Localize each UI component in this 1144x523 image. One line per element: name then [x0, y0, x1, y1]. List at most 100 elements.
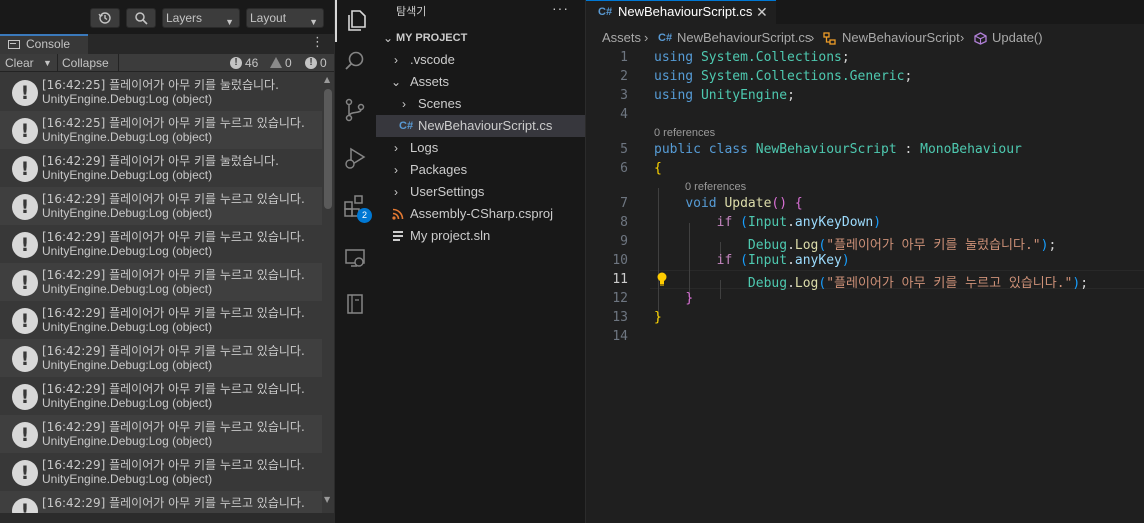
- collapse-button[interactable]: Collapse: [62, 55, 109, 71]
- explorer-activity-button[interactable]: [335, 0, 377, 42]
- tree-item-newbehaviourscript[interactable]: C# NewBehaviourScript.cs: [376, 115, 585, 137]
- codelens-references[interactable]: 0 references: [685, 181, 746, 193]
- line-number: 3: [620, 88, 628, 103]
- log-message: [16:42:29] 플레이어가 아무 키를 누르고 있습니다.: [42, 458, 305, 472]
- breadcrumb-file[interactable]: NewBehaviourScript.cs: [677, 28, 811, 48]
- log-source: UnityEngine.Debug:Log (object): [42, 320, 213, 334]
- info-icon: !: [230, 57, 242, 69]
- codelens-references[interactable]: 0 references: [654, 127, 715, 139]
- tree-item-packages[interactable]: › Packages: [376, 159, 585, 181]
- editor-tab-bar: C# NewBehaviourScript.cs ✕: [586, 0, 1144, 24]
- tab-console-label: Console: [26, 37, 71, 51]
- remote-explorer-activity-button[interactable]: [335, 238, 377, 280]
- tree-item-vscode[interactable]: › .vscode: [376, 49, 585, 71]
- log-entry[interactable]: ! [16:42:29] 플레이어가 아무 키를 누르고 있습니다. UnityEn…: [0, 301, 322, 339]
- class-icon: [823, 32, 836, 45]
- warning-icon: [270, 57, 282, 68]
- run-debug-activity-button[interactable]: [335, 138, 377, 180]
- breadcrumb-method[interactable]: Update(): [992, 28, 1043, 48]
- breadcrumb: Assets › C# NewBehaviourScript.cs › NewB…: [586, 28, 1144, 48]
- tab-console[interactable]: Console: [0, 34, 88, 54]
- project-section-header[interactable]: ⌄ MY PROJECT: [376, 27, 585, 49]
- lightbulb-icon[interactable]: [656, 272, 668, 286]
- more-actions-icon[interactable]: ···: [552, 0, 569, 16]
- tree-item-label: My project.sln: [410, 228, 491, 243]
- log-entry[interactable]: ! [16:42:29] 플레이어가 아무 키를 누르고 있습니다. UnityEn…: [0, 377, 322, 415]
- notebook-activity-button[interactable]: [335, 284, 377, 326]
- log-source: UnityEngine.Debug:Log (object): [42, 92, 213, 106]
- chevron-right-icon: ›: [394, 53, 398, 67]
- tree-item-label: UserSettings: [410, 184, 485, 199]
- code-line: {: [654, 161, 662, 176]
- layers-dropdown[interactable]: Layers ▼: [162, 8, 240, 28]
- log-message: [16:42:29] 플레이어가 아무 키를 누르고 있습니다.: [42, 306, 305, 320]
- extensions-badge: 2: [357, 208, 372, 223]
- chevron-right-icon: ›: [810, 30, 815, 45]
- code-line: public class NewBehaviourScript : MonoBe…: [654, 142, 1022, 157]
- rss-file-icon: [392, 208, 404, 220]
- warning-count: 0: [285, 56, 292, 70]
- info-count: 46: [245, 56, 259, 70]
- log-message: [16:42:29] 플레이어가 아무 키를 눌렀습니다.: [42, 154, 279, 168]
- log-entry[interactable]: ! [16:42:29] 플레이어가 아무 키를 누르고 있습니다.: [0, 491, 322, 513]
- log-entry[interactable]: ! [16:42:29] 플레이어가 아무 키를 누르고 있습니다. UnityEn…: [0, 453, 322, 491]
- close-icon[interactable]: ✕: [756, 1, 768, 23]
- scroll-up-icon[interactable]: ▲: [324, 75, 330, 84]
- search-button[interactable]: [126, 8, 156, 28]
- unity-top-toolbar: Layers ▼ Layout ▼: [0, 0, 334, 34]
- log-message: [16:42:25] 플레이어가 아무 키를 누르고 있습니다.: [42, 116, 305, 130]
- log-entry[interactable]: ! [16:42:29] 플레이어가 아무 키를 누르고 있습니다. UnityEn…: [0, 339, 322, 377]
- info-count-toggle[interactable]: ! 46: [230, 55, 258, 71]
- tree-item-csproj[interactable]: Assembly-CSharp.csproj: [376, 203, 585, 225]
- info-icon: !: [12, 460, 38, 486]
- code-area[interactable]: 1 2 3 4 5 6 7 8 9 10 11 12 13 14 using S…: [586, 48, 1144, 523]
- more-options-icon[interactable]: ⋮: [311, 36, 324, 50]
- info-icon: !: [12, 156, 38, 182]
- log-entry[interactable]: ! [16:42:29] 플레이어가 아무 키를 누르고 있습니다. UnityEn…: [0, 225, 322, 263]
- chevron-right-icon: ›: [960, 30, 965, 45]
- source-control-activity-button[interactable]: [335, 90, 377, 132]
- tree-item-logs[interactable]: › Logs: [376, 137, 585, 159]
- breadcrumb-class[interactable]: NewBehaviourScript: [842, 28, 960, 48]
- scroll-down-icon[interactable]: ▼: [324, 495, 330, 504]
- layout-dropdown[interactable]: Layout ▼: [246, 8, 324, 28]
- run-debug-icon: [345, 147, 366, 169]
- info-icon: !: [12, 232, 38, 258]
- info-icon: !: [12, 80, 38, 106]
- log-entry[interactable]: ! [16:42:29] 플레이어가 아무 키를 눌렀습니다. UnityEngin…: [0, 149, 322, 187]
- tree-item-assets[interactable]: ⌄ Assets: [376, 71, 585, 93]
- log-entry[interactable]: ! [16:42:25] 플레이어가 아무 키를 눌렀습니다. UnityEngin…: [0, 73, 322, 111]
- error-count-toggle[interactable]: ! 0: [305, 55, 327, 71]
- clear-options-chevron-icon[interactable]: ▼: [43, 55, 52, 71]
- csharp-file-icon: C#: [598, 6, 613, 18]
- warning-count-toggle[interactable]: 0: [270, 55, 292, 71]
- csharp-file-icon: C#: [658, 32, 673, 44]
- tree-item-sln[interactable]: My project.sln: [376, 225, 585, 247]
- log-entry[interactable]: ! [16:42:29] 플레이어가 아무 키를 누르고 있습니다. UnityEn…: [0, 187, 322, 225]
- code-line: using System.Collections.Generic;: [654, 69, 913, 84]
- tree-item-scenes[interactable]: › Scenes: [376, 93, 585, 115]
- log-entry[interactable]: ! [16:42:29] 플레이어가 아무 키를 누르고 있습니다. UnityEn…: [0, 263, 322, 301]
- tree-item-usersettings[interactable]: › UserSettings: [376, 181, 585, 203]
- code-line: using UnityEngine;: [654, 88, 795, 103]
- console-scrollbar[interactable]: ▲ ▼: [322, 73, 334, 513]
- error-count: 0: [320, 56, 327, 70]
- clear-button[interactable]: Clear: [5, 55, 34, 71]
- log-entry[interactable]: ! [16:42:25] 플레이어가 아무 키를 누르고 있습니다. UnityEn…: [0, 111, 322, 149]
- search-activity-button[interactable]: [335, 42, 377, 84]
- log-entry[interactable]: ! [16:42:29] 플레이어가 아무 키를 누르고 있습니다. UnityEn…: [0, 415, 322, 453]
- chevron-down-icon: ⌄: [382, 31, 394, 45]
- tab-newbehaviourscript[interactable]: C# NewBehaviourScript.cs ✕: [586, 0, 776, 24]
- code-line: Debug.Log("플레이어가 아무 키를 눌렀습니다.");: [747, 238, 1057, 253]
- breadcrumb-assets[interactable]: Assets: [602, 28, 641, 48]
- activity-bar: 2: [334, 0, 376, 523]
- history-button[interactable]: [90, 8, 120, 28]
- extensions-activity-button[interactable]: 2: [335, 186, 377, 228]
- log-message: [16:42:25] 플레이어가 아무 키를 눌렀습니다.: [42, 78, 279, 92]
- log-source: UnityEngine.Debug:Log (object): [42, 168, 213, 182]
- tree-item-label: Assembly-CSharp.csproj: [410, 206, 554, 221]
- scrollbar-thumb[interactable]: [324, 89, 332, 209]
- log-source: UnityEngine.Debug:Log (object): [42, 472, 213, 486]
- line-number: 7: [620, 196, 628, 211]
- divider: [118, 54, 119, 72]
